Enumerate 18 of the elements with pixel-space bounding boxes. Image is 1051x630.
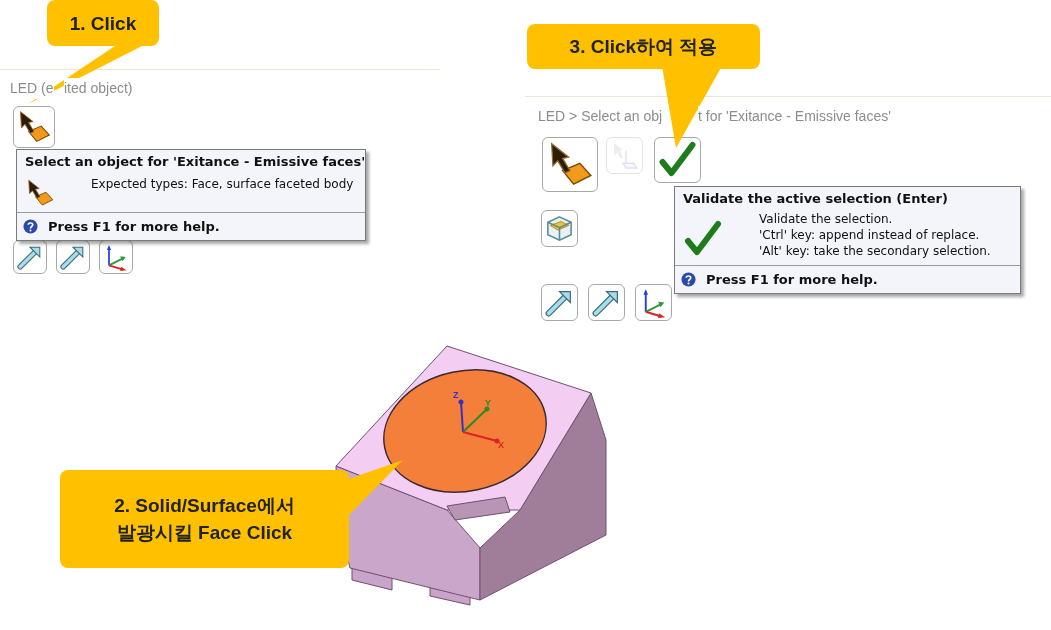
callout: 2. Solid/Surface에서 발광시킬 Face Click	[60, 470, 349, 568]
tool-button[interactable]	[13, 106, 55, 148]
axis-label: Y	[485, 398, 491, 408]
help-text: Press F1 for more help.	[48, 217, 220, 236]
cursor-icon	[25, 177, 55, 208]
tooltip-title: Validate the active selection (Enter)	[682, 190, 949, 208]
tooltip-title: Select an object for 'Exitance - Emissive faces'	[24, 153, 365, 171]
axis-label: Z	[453, 390, 459, 400]
help-icon	[23, 218, 38, 234]
tool-button[interactable]	[542, 137, 598, 192]
help-text: Press F1 for more help.	[706, 270, 878, 289]
notch	[446, 496, 511, 521]
tooltip-text: Expected types: Face, surface faceted body	[91, 175, 354, 193]
axis-label: X	[498, 440, 504, 450]
panel-title: ited object)	[64, 78, 133, 99]
help-icon	[681, 271, 696, 287]
callout: 1. Click	[47, 0, 159, 46]
tooltip-text: Validate the selection. 'Ctrl' key: append instead of replace. 'Alt' key: take the secondary selection.	[759, 210, 991, 259]
